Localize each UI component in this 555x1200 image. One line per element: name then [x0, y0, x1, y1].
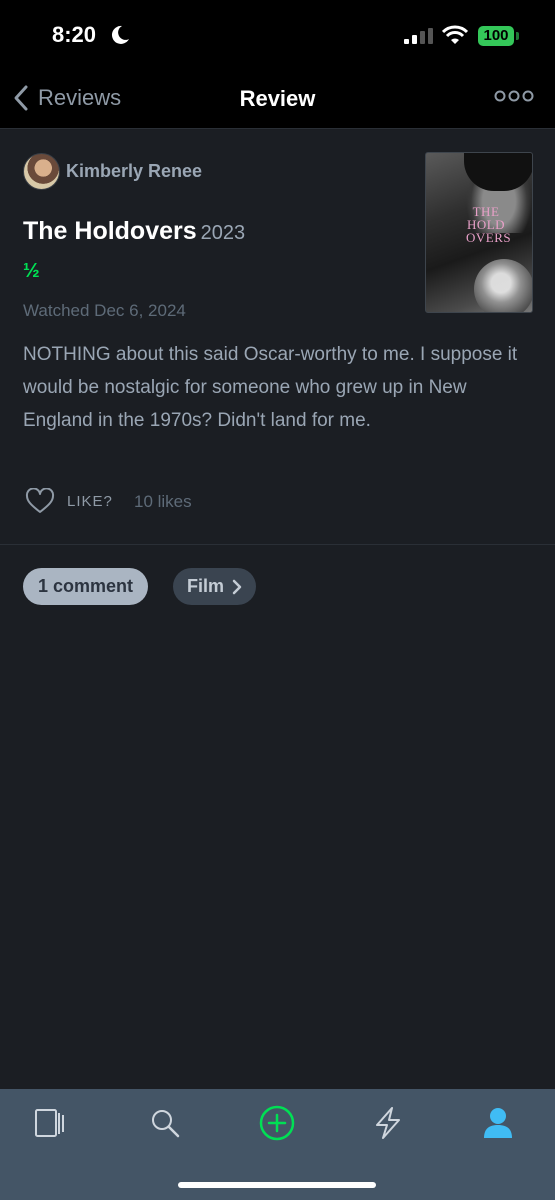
heart-icon: [25, 488, 55, 513]
battery-icon: 100: [478, 26, 514, 46]
rating-stars: ½: [23, 260, 40, 282]
film-button-label: Film: [187, 576, 225, 596]
film-button[interactable]: Film: [173, 568, 257, 605]
status-bar: 8:20 100: [0, 0, 555, 70]
poster-title: THE HOLD OVERS: [466, 204, 512, 245]
add-icon: [259, 1105, 295, 1141]
profile-icon: [484, 1108, 512, 1138]
film-year: 2023: [200, 222, 246, 244]
tab-profile[interactable]: [478, 1103, 518, 1143]
moon-icon: [111, 25, 129, 44]
battery-level: 100: [483, 27, 509, 44]
watched-date: Watched Dec 6, 2024: [23, 301, 186, 320]
author-name[interactable]: Kimberly Renee: [66, 161, 202, 182]
comments-button[interactable]: 1 comment: [23, 568, 149, 605]
wifi-icon: [442, 25, 468, 44]
tab-search[interactable]: [145, 1103, 185, 1143]
chevron-left-icon: [14, 85, 28, 111]
like-button[interactable]: LIKE?: [25, 488, 113, 514]
back-button[interactable]: Reviews: [12, 84, 121, 112]
battery-tip: [516, 32, 519, 40]
film-title[interactable]: The Holdovers 2023: [23, 217, 245, 246]
review-text: NOTHING about this said Oscar-worthy to …: [23, 344, 518, 431]
cellular-signal-icon: [404, 28, 433, 44]
like-count[interactable]: 10 likes: [134, 492, 192, 512]
divider: [0, 544, 555, 545]
avatar[interactable]: [23, 153, 60, 190]
activity-icon: [376, 1107, 400, 1139]
status-time: 8:20: [52, 22, 97, 47]
tab-films[interactable]: [30, 1103, 70, 1143]
film-poster[interactable]: THE HOLD OVERS: [425, 152, 533, 313]
nav-bar: Review Reviews: [0, 70, 555, 129]
search-icon: [152, 1110, 180, 1138]
poster-orb: [474, 259, 532, 312]
back-button-label: Reviews: [38, 85, 122, 110]
chevron-right-icon: [232, 579, 242, 594]
like-label: LIKE?: [67, 492, 113, 510]
films-icon: [35, 1109, 64, 1137]
home-indicator: [178, 1182, 376, 1188]
film-title-text: The Holdovers: [23, 217, 197, 245]
tab-add[interactable]: [257, 1103, 297, 1143]
more-dots-icon[interactable]: [494, 88, 534, 104]
tab-activity[interactable]: [368, 1103, 408, 1143]
